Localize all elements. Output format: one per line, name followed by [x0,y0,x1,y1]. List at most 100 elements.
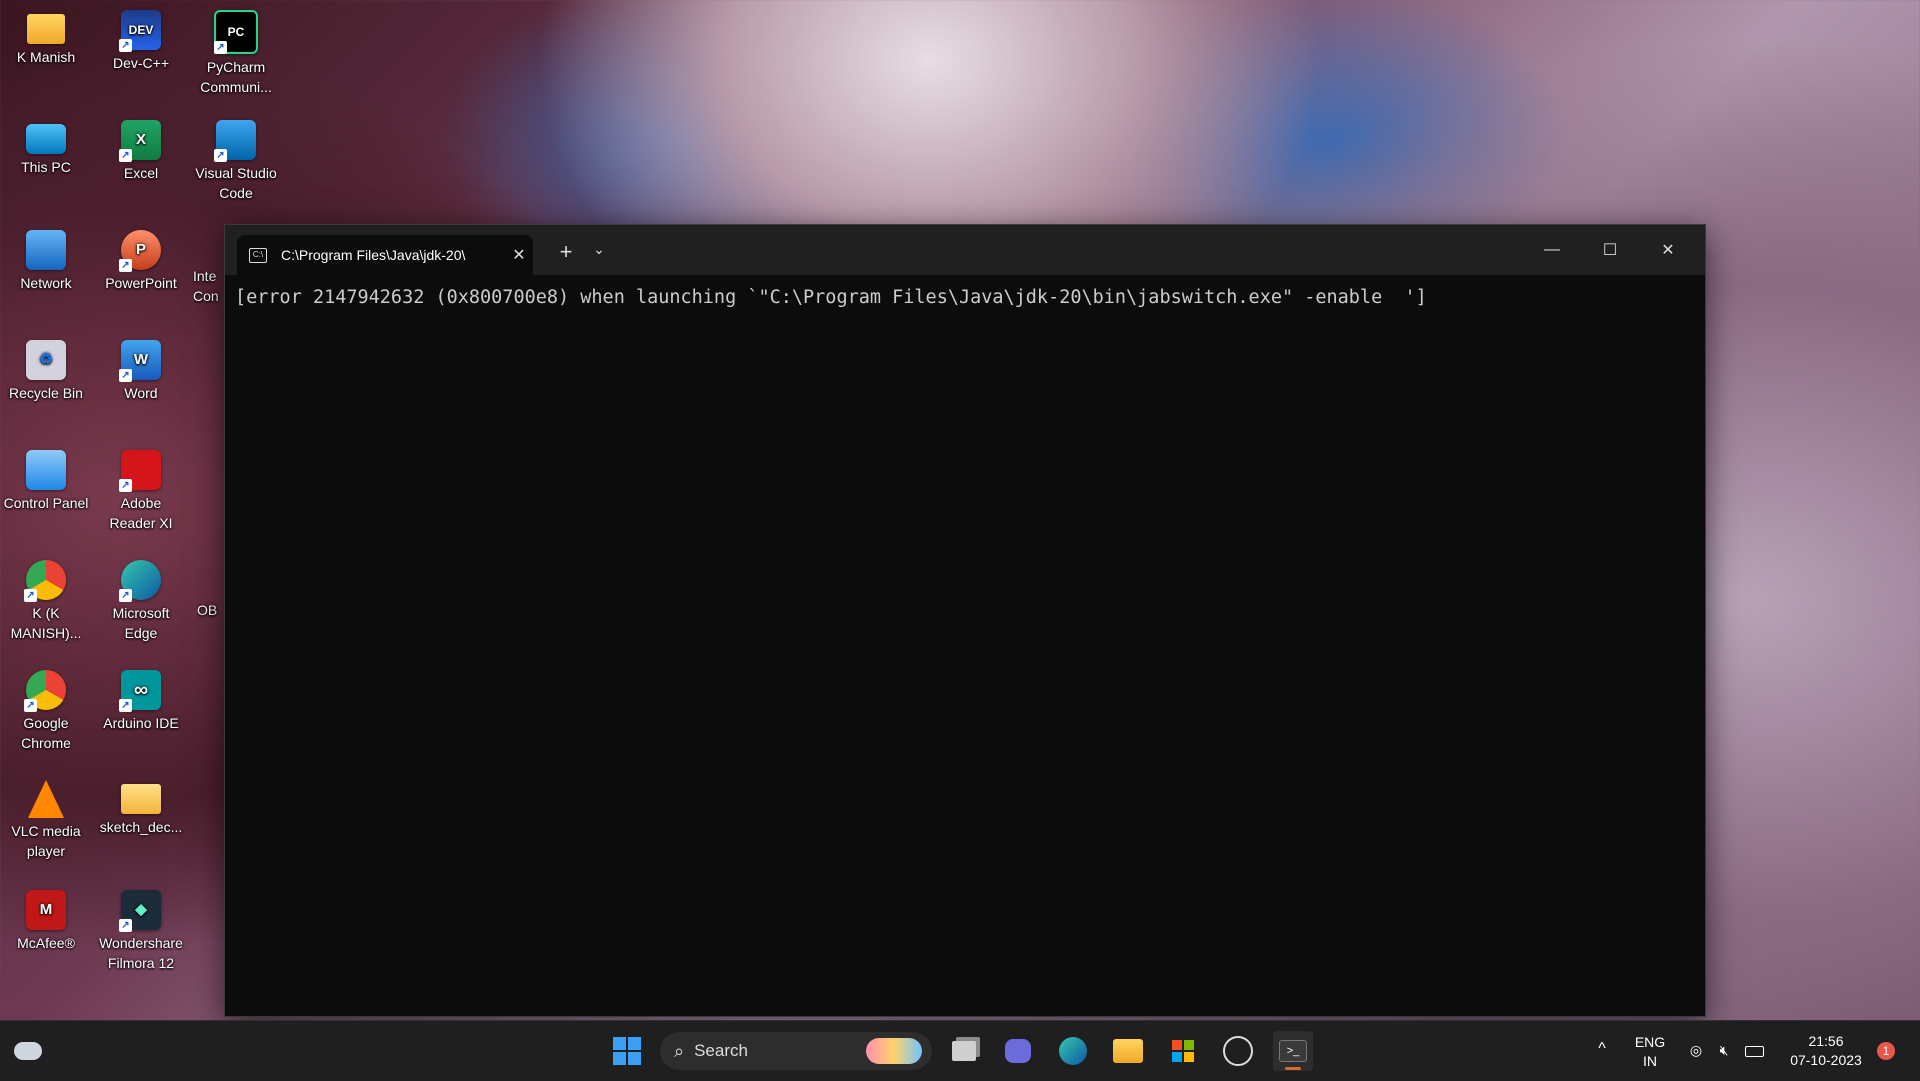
weather-widget[interactable] [8,1031,48,1071]
desktop-icon-sketch[interactable]: sketch_dec... [98,776,184,837]
shortcut-arrow-icon: ↗ [119,699,132,712]
taskbar: ⌕ Search >_ ^ ENG IN ◎ 🔇︎ 21:56 07-10-20… [0,1020,1920,1081]
desktop-icon-google-chrome[interactable]: ↗ Google Chrome [3,666,89,753]
chat-icon [1005,1039,1031,1063]
chrome-icon: ↗ [24,670,66,712]
desktop-icon-pycharm[interactable]: PC ↗ PyCharm Communi... [193,6,279,97]
desktop-icon-adobe-reader[interactable]: ↗ Adobe Reader XI [98,446,184,533]
desktop-icon-label: Adobe Reader XI [109,495,173,531]
file-explorer-button[interactable] [1108,1031,1148,1071]
terminal-icon: >_ [1279,1040,1307,1062]
terminal-taskbar-button[interactable]: >_ [1273,1031,1313,1071]
store-icon [1172,1040,1194,1062]
clock[interactable]: 21:56 07-10-2023 [1780,1032,1872,1070]
desktop-icon-vscode[interactable]: ↗ Visual Studio Code [193,116,279,203]
tray-overflow-chevron-icon[interactable]: ^ [1592,1039,1612,1058]
edge-taskbar-button[interactable] [1053,1031,1093,1071]
battery-icon[interactable] [1744,1043,1764,1062]
close-button[interactable]: ✕ [1639,225,1697,275]
powerpoint-icon: P ↗ [119,230,161,272]
desktop-icon-label: sketch_dec... [99,819,183,835]
desktop-icon-label: Dev-C++ [112,55,170,71]
terminal-tab[interactable]: C:\ C:\Program Files\Java\jdk-20\ ✕ [237,235,533,275]
dell-button[interactable] [1218,1031,1258,1071]
desktop-icon-label: McAfee® [17,935,75,951]
search-highlight-icon [866,1038,922,1064]
edge-icon: ↗ [119,560,161,602]
shortcut-arrow-icon: ↗ [119,369,132,382]
desktop-icon-k-manish-chrome[interactable]: ↗ K (K MANISH)... [3,556,89,643]
desktop-icon-recycle-bin[interactable]: ♻ Recycle Bin [3,336,89,403]
minimize-button[interactable]: — [1523,225,1581,275]
desktop-icon-label: Visual Studio Code [195,165,277,201]
shortcut-arrow-icon: ↗ [119,259,132,272]
desktop-icon-control-panel[interactable]: Control Panel [3,446,89,513]
close-tab-icon[interactable]: ✕ [505,245,533,265]
search-placeholder: Search [694,1041,748,1060]
filmora-icon: ◆ ↗ [119,890,161,932]
shortcut-arrow-icon: ↗ [119,919,132,932]
desktop-icon-label: PyCharm Communi... [200,59,272,95]
desktop-icon-network[interactable]: Network [3,226,89,293]
desktop-icon-filmora[interactable]: ◆ ↗ Wondershare Filmora 12 [98,886,184,973]
terminal-output[interactable]: [error 2147942632 (0x800700e8) when laun… [225,275,1705,320]
desktop-icon-label: Excel [123,165,159,181]
desktop-icon-mcafee[interactable]: M McAfee® [3,886,89,953]
desktop-icon-label: Word [124,385,158,401]
desktop-icon-label: PowerPoint [105,275,177,291]
desktop-icon-label: Google Chrome [21,715,71,751]
desktop-icon-this-pc[interactable]: This PC [3,116,89,177]
desktop-icon-label: Inte Con [193,268,219,304]
edge-icon [1059,1037,1087,1065]
shortcut-arrow-icon: ↗ [119,479,132,492]
adobe-reader-icon: ↗ [119,450,161,492]
shortcut-arrow-icon: ↗ [119,149,132,162]
maximize-button[interactable]: ☐ [1581,225,1639,275]
task-view-icon [952,1041,976,1061]
desktop-icon-edge[interactable]: ↗ Microsoft Edge [98,556,184,643]
word-icon: W ↗ [119,340,161,382]
shortcut-arrow-icon: ↗ [214,149,227,162]
store-button[interactable] [1163,1031,1203,1071]
recycle-bin-icon: ♻ [26,340,66,380]
active-indicator [1285,1067,1301,1070]
task-view-button[interactable] [944,1031,984,1071]
notification-badge[interactable]: 1 [1877,1042,1895,1060]
chat-button[interactable] [998,1031,1038,1071]
speaker-muted-icon[interactable]: 🔇︎ [1714,1041,1734,1060]
folder-icon [1113,1039,1143,1063]
desktop-icon-vlc[interactable]: VLC media player [3,776,89,861]
desktop-icon-label: Network [20,275,72,291]
taskbar-search[interactable]: ⌕ Search [660,1032,932,1070]
dell-logo-icon [1223,1036,1253,1066]
desktop-icon-dev-cpp[interactable]: DEV ↗ Dev-C++ [98,6,184,73]
language-indicator[interactable]: ENG IN [1630,1033,1670,1071]
vlc-cone-icon [28,780,64,818]
shortcut-arrow-icon: ↗ [119,39,132,52]
desktop-icon-label: Control Panel [3,495,89,511]
monitor-icon [26,124,66,154]
shortcut-arrow-icon: ↗ [214,41,227,54]
desktop-icon-partial-ob[interactable]: OB [197,600,223,620]
desktop-icon-powerpoint[interactable]: P ↗ PowerPoint [98,226,184,293]
chrome-profile-icon: ↗ [24,560,66,602]
title-bar[interactable]: C:\ C:\Program Files\Java\jdk-20\ ✕ + ⌄ … [225,225,1705,275]
new-tab-button[interactable]: + [551,239,581,265]
dev-cpp-icon: DEV ↗ [119,10,161,52]
control-panel-icon [26,450,66,490]
folder-icon [121,784,161,814]
desktop-icon-partial-inte[interactable]: Inte Con [193,266,223,306]
chevron-down-icon[interactable]: ⌄ [587,241,611,258]
clock-time: 21:56 [1808,1033,1844,1049]
desktop-icon-word[interactable]: W ↗ Word [98,336,184,403]
start-button[interactable] [607,1031,647,1071]
shortcut-arrow-icon: ↗ [24,699,37,712]
desktop-icon-excel[interactable]: X ↗ Excel [98,116,184,183]
desktop-icon-k-manish[interactable]: K Manish [3,6,89,67]
vscode-icon: ↗ [214,120,256,162]
desktop-icon-arduino[interactable]: ∞ ↗ Arduino IDE [98,666,184,733]
language-bottom: IN [1643,1053,1657,1069]
globe-icon[interactable]: ◎ [1686,1041,1706,1060]
shortcut-arrow-icon: ↗ [24,589,37,602]
terminal-window[interactable]: C:\ C:\Program Files\Java\jdk-20\ ✕ + ⌄ … [224,224,1706,1017]
